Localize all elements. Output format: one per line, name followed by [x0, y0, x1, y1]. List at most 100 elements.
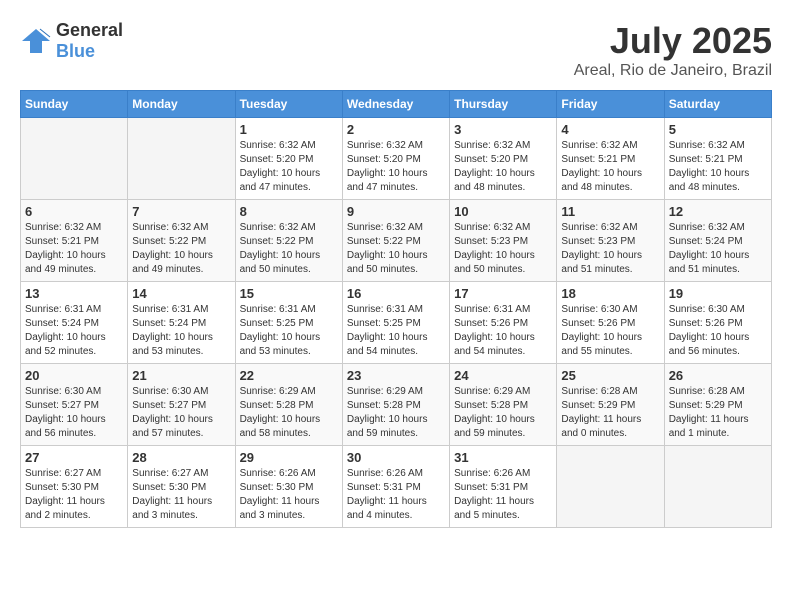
logo-icon — [20, 27, 52, 55]
day-info: Sunrise: 6:32 AM Sunset: 5:22 PM Dayligh… — [347, 221, 445, 277]
day-info: Sunrise: 6:31 AM Sunset: 5:25 PM Dayligh… — [347, 303, 445, 359]
weekday-header: Wednesday — [342, 91, 449, 118]
day-info: Sunrise: 6:28 AM Sunset: 5:29 PM Dayligh… — [669, 385, 767, 441]
calendar-cell: 17Sunrise: 6:31 AM Sunset: 5:26 PM Dayli… — [450, 282, 557, 364]
day-info: Sunrise: 6:26 AM Sunset: 5:30 PM Dayligh… — [240, 467, 338, 523]
day-info: Sunrise: 6:32 AM Sunset: 5:24 PM Dayligh… — [669, 221, 767, 277]
weekday-header: Saturday — [664, 91, 771, 118]
calendar-cell: 28Sunrise: 6:27 AM Sunset: 5:30 PM Dayli… — [128, 446, 235, 528]
day-info: Sunrise: 6:32 AM Sunset: 5:20 PM Dayligh… — [347, 139, 445, 195]
day-info: Sunrise: 6:31 AM Sunset: 5:24 PM Dayligh… — [132, 303, 230, 359]
day-number: 12 — [669, 204, 767, 219]
calendar-cell: 31Sunrise: 6:26 AM Sunset: 5:31 PM Dayli… — [450, 446, 557, 528]
calendar-cell: 23 Sunrise: 6:29 AM Sunset: 5:28 PM Dayli… — [342, 364, 449, 446]
calendar-cell: 26Sunrise: 6:28 AM Sunset: 5:29 PM Dayli… — [664, 364, 771, 446]
day-info: Sunrise: 6:32 AM Sunset: 5:21 PM Dayligh… — [669, 139, 767, 195]
day-number: 17 — [454, 286, 552, 301]
day-number: 22 — [240, 368, 338, 383]
day-info: Sunrise: 6:32 AM Sunset: 5:22 PM Dayligh… — [240, 221, 338, 277]
calendar-cell: 30 Sunrise: 6:26 AM Sunset: 5:31 PM Dayli… — [342, 446, 449, 528]
logo-general: General — [56, 20, 123, 40]
location-title: Areal, Rio de Janeiro, Brazil — [574, 62, 772, 80]
calendar-cell — [557, 446, 664, 528]
day-number: 14 — [132, 286, 230, 301]
calendar-cell: 5Sunrise: 6:32 AM Sunset: 5:21 PM Daylig… — [664, 118, 771, 200]
day-info: Sunrise: 6:26 AM Sunset: 5:31 PM Dayligh… — [347, 467, 445, 523]
day-number: 11 — [561, 204, 659, 219]
calendar-cell: 16Sunrise: 6:31 AM Sunset: 5:25 PM Dayli… — [342, 282, 449, 364]
day-number: 30 — [347, 450, 445, 465]
day-number: 25 — [561, 368, 659, 383]
calendar-header-row: SundayMondayTuesdayWednesdayThursdayFrid… — [21, 91, 772, 118]
day-info: Sunrise: 6:32 AM Sunset: 5:20 PM Dayligh… — [240, 139, 338, 195]
day-info: Sunrise: 6:29 AM Sunset: 5:28 PM Dayligh… — [347, 385, 445, 441]
day-info: Sunrise: 6:29 AM Sunset: 5:28 PM Dayligh… — [240, 385, 338, 441]
day-info: Sunrise: 6:32 AM Sunset: 5:21 PM Dayligh… — [25, 221, 123, 277]
calendar-cell: 21 Sunrise: 6:30 AM Sunset: 5:27 PM Dayli… — [128, 364, 235, 446]
day-number: 9 — [347, 204, 445, 219]
calendar-cell: 6Sunrise: 6:32 AM Sunset: 5:21 PM Daylig… — [21, 200, 128, 282]
calendar-cell: 24 Sunrise: 6:29 AM Sunset: 5:28 PM Dayli… — [450, 364, 557, 446]
day-number: 4 — [561, 122, 659, 137]
logo-blue: Blue — [56, 41, 95, 61]
calendar-cell: 2 Sunrise: 6:32 AM Sunset: 5:20 PM Daylig… — [342, 118, 449, 200]
day-number: 20 — [25, 368, 123, 383]
day-info: Sunrise: 6:31 AM Sunset: 5:24 PM Dayligh… — [25, 303, 123, 359]
day-number: 19 — [669, 286, 767, 301]
calendar-cell — [21, 118, 128, 200]
day-info: Sunrise: 6:27 AM Sunset: 5:30 PM Dayligh… — [25, 467, 123, 523]
weekday-header: Thursday — [450, 91, 557, 118]
day-number: 18 — [561, 286, 659, 301]
weekday-header: Monday — [128, 91, 235, 118]
calendar-cell: 7 Sunrise: 6:32 AM Sunset: 5:22 PM Daylig… — [128, 200, 235, 282]
calendar-cell — [128, 118, 235, 200]
calendar-cell: 25 Sunrise: 6:28 AM Sunset: 5:29 PM Dayli… — [557, 364, 664, 446]
day-info: Sunrise: 6:29 AM Sunset: 5:28 PM Dayligh… — [454, 385, 552, 441]
day-number: 3 — [454, 122, 552, 137]
day-info: Sunrise: 6:30 AM Sunset: 5:27 PM Dayligh… — [25, 385, 123, 441]
calendar: SundayMondayTuesdayWednesdayThursdayFrid… — [20, 90, 772, 528]
day-info: Sunrise: 6:32 AM Sunset: 5:21 PM Dayligh… — [561, 139, 659, 195]
calendar-cell: 15 Sunrise: 6:31 AM Sunset: 5:25 PM Dayli… — [235, 282, 342, 364]
day-number: 10 — [454, 204, 552, 219]
day-number: 2 — [347, 122, 445, 137]
logo: General Blue — [20, 20, 123, 62]
header: General Blue July 2025 Areal, Rio de Jan… — [20, 20, 772, 80]
day-number: 1 — [240, 122, 338, 137]
calendar-cell — [664, 446, 771, 528]
weekday-header: Friday — [557, 91, 664, 118]
day-number: 31 — [454, 450, 552, 465]
weekday-header: Tuesday — [235, 91, 342, 118]
day-number: 23 — [347, 368, 445, 383]
day-number: 15 — [240, 286, 338, 301]
day-info: Sunrise: 6:32 AM Sunset: 5:22 PM Dayligh… — [132, 221, 230, 277]
calendar-cell: 8Sunrise: 6:32 AM Sunset: 5:22 PM Daylig… — [235, 200, 342, 282]
day-info: Sunrise: 6:30 AM Sunset: 5:26 PM Dayligh… — [669, 303, 767, 359]
calendar-cell: 18 Sunrise: 6:30 AM Sunset: 5:26 PM Dayli… — [557, 282, 664, 364]
calendar-cell: 4 Sunrise: 6:32 AM Sunset: 5:21 PM Daylig… — [557, 118, 664, 200]
day-info: Sunrise: 6:32 AM Sunset: 5:23 PM Dayligh… — [561, 221, 659, 277]
calendar-cell: 20 Sunrise: 6:30 AM Sunset: 5:27 PM Dayli… — [21, 364, 128, 446]
calendar-cell: 19 Sunrise: 6:30 AM Sunset: 5:26 PM Dayli… — [664, 282, 771, 364]
calendar-week-row: 20 Sunrise: 6:30 AM Sunset: 5:27 PM Dayli… — [21, 364, 772, 446]
calendar-cell: 9 Sunrise: 6:32 AM Sunset: 5:22 PM Daylig… — [342, 200, 449, 282]
day-number: 27 — [25, 450, 123, 465]
calendar-cell: 22 Sunrise: 6:29 AM Sunset: 5:28 PM Dayli… — [235, 364, 342, 446]
calendar-cell: 27 Sunrise: 6:27 AM Sunset: 5:30 PM Dayli… — [21, 446, 128, 528]
day-number: 29 — [240, 450, 338, 465]
calendar-cell: 11 Sunrise: 6:32 AM Sunset: 5:23 PM Dayli… — [557, 200, 664, 282]
day-info: Sunrise: 6:32 AM Sunset: 5:23 PM Dayligh… — [454, 221, 552, 277]
calendar-cell: 12 Sunrise: 6:32 AM Sunset: 5:24 PM Dayli… — [664, 200, 771, 282]
day-info: Sunrise: 6:27 AM Sunset: 5:30 PM Dayligh… — [132, 467, 230, 523]
month-title: July 2025 — [574, 20, 772, 62]
calendar-week-row: 27 Sunrise: 6:27 AM Sunset: 5:30 PM Dayli… — [21, 446, 772, 528]
calendar-week-row: 13 Sunrise: 6:31 AM Sunset: 5:24 PM Dayli… — [21, 282, 772, 364]
day-info: Sunrise: 6:30 AM Sunset: 5:26 PM Dayligh… — [561, 303, 659, 359]
day-info: Sunrise: 6:31 AM Sunset: 5:25 PM Dayligh… — [240, 303, 338, 359]
day-number: 21 — [132, 368, 230, 383]
day-number: 24 — [454, 368, 552, 383]
day-info: Sunrise: 6:30 AM Sunset: 5:27 PM Dayligh… — [132, 385, 230, 441]
day-number: 13 — [25, 286, 123, 301]
day-number: 7 — [132, 204, 230, 219]
day-info: Sunrise: 6:28 AM Sunset: 5:29 PM Dayligh… — [561, 385, 659, 441]
